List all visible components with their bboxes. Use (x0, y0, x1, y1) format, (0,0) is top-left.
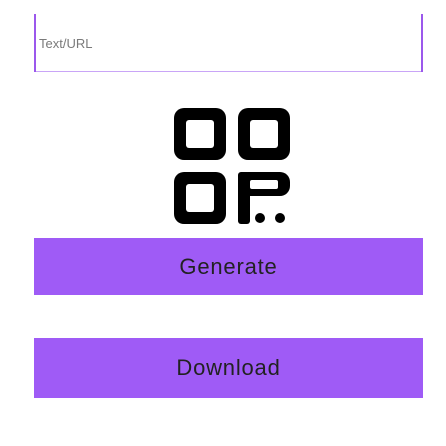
generate-button[interactable]: Generate (34, 238, 423, 295)
qr-code-icon (174, 108, 290, 224)
text-url-field[interactable] (34, 14, 423, 72)
download-button[interactable]: Download (34, 338, 423, 398)
input-underline (36, 71, 421, 72)
text-url-input[interactable] (36, 14, 421, 72)
